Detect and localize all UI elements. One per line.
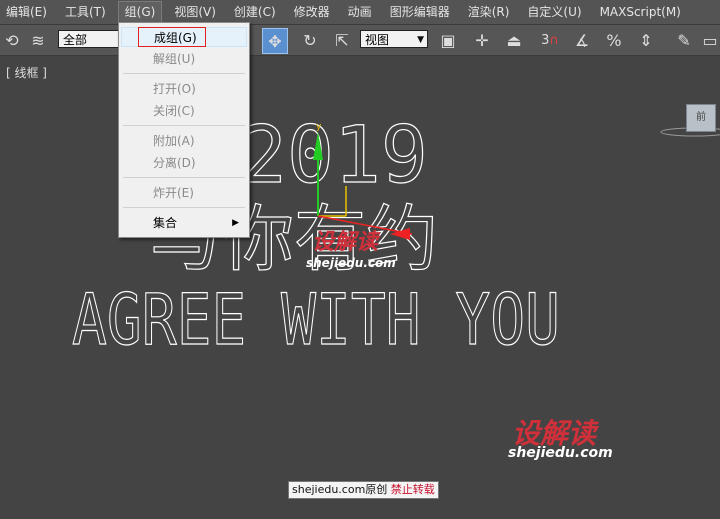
menu-create[interactable]: 创建(C) (228, 1, 282, 23)
menu-item-group[interactable]: 成组(G) (121, 27, 247, 47)
menu-item-ungroup[interactable]: 解组(U) (121, 49, 247, 69)
angle-snap-icon[interactable]: ∡ (570, 28, 594, 52)
menu-separator (123, 73, 245, 74)
chevron-down-icon: ▼ (417, 35, 424, 45)
select-manipulate-icon[interactable]: ✛ (470, 28, 494, 52)
spinner-snap-icon[interactable]: ⇕ (634, 28, 658, 52)
rotate-icon[interactable]: ↻ (298, 28, 322, 52)
selection-filter-dropdown[interactable]: 全部 (58, 30, 122, 48)
highlight-box (138, 27, 206, 47)
menu-customize[interactable]: 自定义(U) (521, 1, 587, 23)
footer-caption: shejiedu.com原创 禁止转载 (288, 481, 439, 499)
named-selection-icon[interactable]: ✎ (672, 28, 696, 52)
menu-edit[interactable]: 编辑(E) (0, 1, 53, 23)
menu-rendering[interactable]: 渲染(R) (462, 1, 516, 23)
wire-text-english: AGREE WITH YOU (72, 279, 560, 361)
watermark-site: shejiedu.com (508, 445, 613, 461)
move-icon[interactable]: ✥ (262, 28, 288, 54)
menu-group[interactable]: 组(G) (117, 1, 163, 23)
bind-spacewarp-icon[interactable]: ≋ (26, 28, 50, 52)
menu-item-detach[interactable]: 分离(D) (121, 153, 247, 173)
perspective-viewport[interactable]: 2019 与你有约 AGREE WITH YOU y [ 线框 ] 前 设解读 … (0, 56, 720, 519)
menu-view[interactable]: 视图(V) (168, 1, 222, 23)
keyboard-shortcut-icon[interactable]: ⏏ (502, 28, 526, 52)
menu-separator (123, 207, 245, 208)
percent-snap-icon[interactable]: % (602, 28, 626, 52)
menu-item-open[interactable]: 打开(O) (121, 79, 247, 99)
selection-filter-value: 全部 (63, 33, 88, 47)
menu-separator (123, 125, 245, 126)
ref-coord-value: 视图 (365, 33, 390, 47)
menu-maxscript[interactable]: MAXScript(M) (594, 1, 687, 23)
menu-item-assembly-label: 集合 (153, 216, 178, 230)
main-toolbar: ⟲ ≋ 全部 ✥ ↻ ⇱ 视图 ▼ ▣ ✛ ⏏ 3 ∩ ∡ % ⇕ ✎ ▭ (0, 25, 720, 56)
watermark-site-mid: shejiedu.com (306, 256, 396, 270)
menu-item-explode[interactable]: 炸开(E) (121, 183, 247, 203)
edit-named-sets-icon[interactable]: ▭ (700, 28, 720, 52)
view-cube-face: 前 (696, 112, 706, 123)
watermark-logo-mid: 设解读 (312, 230, 379, 255)
scale-icon[interactable]: ⇱ (330, 28, 354, 52)
menu-tools[interactable]: 工具(T) (59, 1, 112, 23)
snap-toggle-label: 3 (541, 32, 550, 48)
viewport-label[interactable]: [ 线框 ] (6, 64, 47, 81)
wire-text-year: 2019 (240, 111, 428, 201)
pivot-center-icon[interactable]: ▣ (436, 28, 460, 52)
footer-prefix: shejiedu.com原创 (292, 483, 388, 496)
group-menu-popup: 成组(G) 解组(U) 打开(O) 关闭(C) 附加(A) 分离(D) 炸开(E… (118, 22, 250, 238)
gizmo-y-label: y (316, 122, 322, 132)
snap-toggle-icon[interactable]: 3 ∩ (538, 28, 562, 52)
menu-graph-editors[interactable]: 图形编辑器 (384, 1, 456, 23)
menu-separator (123, 177, 245, 178)
link-icon[interactable]: ⟲ (0, 28, 24, 52)
menu-modifiers[interactable]: 修改器 (288, 1, 336, 23)
ref-coord-dropdown[interactable]: 视图 ▼ (360, 30, 428, 48)
menu-bar: 编辑(E) 工具(T) 组(G) 视图(V) 创建(C) 修改器 动画 图形编辑… (0, 0, 720, 25)
menu-animation[interactable]: 动画 (342, 1, 378, 23)
submenu-arrow-icon: ▶ (232, 218, 239, 228)
menu-item-close[interactable]: 关闭(C) (121, 101, 247, 121)
menu-item-assembly[interactable]: 集合 ▶ (121, 213, 247, 233)
view-cube[interactable]: 前 (686, 104, 716, 132)
menu-item-attach[interactable]: 附加(A) (121, 131, 247, 151)
footer-suffix: 禁止转载 (390, 483, 435, 496)
